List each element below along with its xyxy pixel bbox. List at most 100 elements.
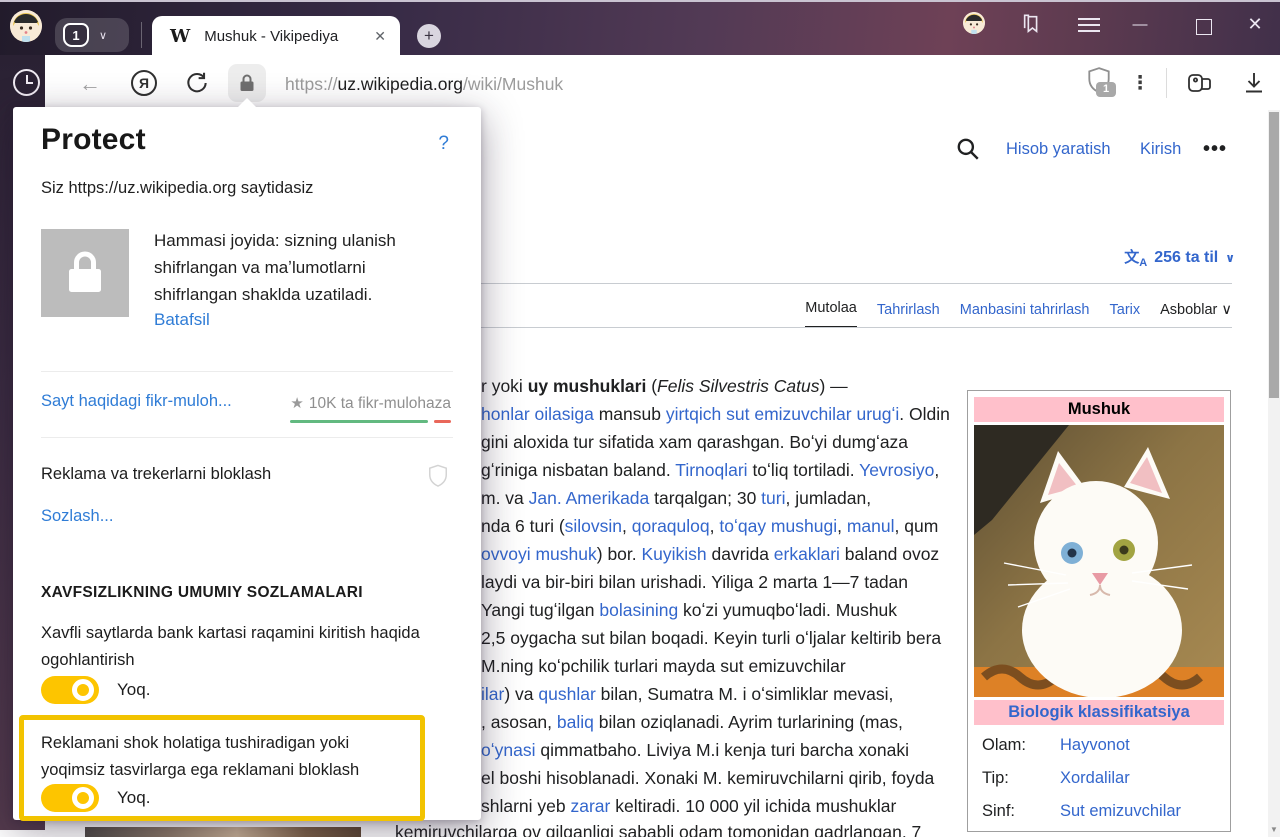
wiki-link[interactable]: ilar [481, 684, 504, 704]
site-feedback-link[interactable]: Sayt haqidagi fikr-muloh... [41, 392, 232, 411]
wiki-link[interactable]: silovsin [565, 516, 622, 536]
article-text-segment: baland ovoz [840, 544, 939, 564]
wiki-link[interactable]: toʻqay mushugi [719, 516, 837, 536]
feedback-rating: ★10K ta fikr-mulohaza [290, 394, 451, 413]
wiki-tab-mutolaa[interactable]: Mutolaa [805, 300, 857, 328]
wiki-tab-tahrirlash[interactable]: Tahrirlash [877, 302, 940, 328]
profile-avatar[interactable] [10, 10, 42, 42]
language-selector[interactable]: 文A 256 ta til ∨ [1124, 246, 1235, 269]
connection-status-text: Hammasi joyida: sizning ulanish shifrlan… [154, 227, 450, 308]
back-button[interactable]: ← [78, 72, 102, 96]
reload-icon[interactable] [184, 70, 210, 96]
shock-ads-toggle[interactable] [41, 784, 99, 812]
wiki-link[interactable]: erkaklari [774, 544, 840, 564]
toolbar-kebab-icon[interactable]: ⋮ [1130, 70, 1150, 96]
wiki-link[interactable]: Jan. Amerikada [529, 488, 650, 508]
adblock-label: Reklama va trekerlarni bloklash [41, 465, 271, 484]
article-line: ilar) va qushlar bilan, Sumatra M. i oʻs… [481, 680, 961, 708]
scrollbar-down-arrow-icon[interactable]: ▼ [1270, 825, 1278, 834]
collections-icon[interactable] [1186, 69, 1214, 97]
wiki-tab-asboblar[interactable]: Asboblar ∨ [1160, 302, 1232, 328]
downloads-icon[interactable] [1242, 70, 1266, 96]
bank-warning-toggle[interactable] [41, 676, 99, 704]
wiki-tab-tarix[interactable]: Tarix [1110, 302, 1141, 328]
article-line: ovvoyi mushuk) bor. Kuyikish davrida erk… [481, 540, 961, 568]
close-window-button[interactable]: ✕ [1243, 14, 1267, 35]
kitten-image[interactable] [974, 425, 1224, 697]
classification-header[interactable]: Biologik klassifikatsiya [974, 700, 1224, 725]
page-scrollbar[interactable]: ▼ [1268, 110, 1280, 837]
maximize-button[interactable] [1196, 19, 1212, 35]
site-lock-button[interactable] [228, 64, 266, 102]
toolbar-divider [1166, 68, 1167, 98]
toggle-knob [72, 787, 94, 809]
minimize-button[interactable]: — [1128, 16, 1152, 33]
taxobox-row-link[interactable]: Sut emizuvchilar [1060, 802, 1181, 821]
profile-avatar-right[interactable] [963, 12, 985, 34]
page-tabs: Mutolaa Tahrirlash Manbasini tahrirlash Tar… [805, 300, 1232, 328]
bank-warning-state: Yoq. [117, 680, 150, 700]
login-link[interactable]: Kirish [1140, 140, 1181, 159]
lock-icon [239, 74, 255, 92]
article-text-segment: , [934, 460, 939, 480]
wiki-link[interactable]: Yevrosiyo [859, 460, 934, 480]
tab-group-chevron-icon[interactable]: ∨ [99, 29, 107, 42]
star-icon: ★ [290, 395, 303, 412]
create-account-link[interactable]: Hisob yaratish [1006, 140, 1111, 159]
panel-divider-2 [41, 437, 453, 438]
wiki-link[interactable]: qoraquloq [632, 516, 710, 536]
article-thumbnail-image[interactable] [85, 827, 361, 837]
article-text-segment: davrida [707, 544, 774, 564]
language-icon: 文A [1124, 246, 1147, 269]
tab-group-pill[interactable]: 1 ∨ [55, 18, 129, 52]
taxobox-row-link[interactable]: Xordalilar [1060, 769, 1130, 788]
details-link[interactable]: Batafsil [154, 310, 210, 330]
yandex-search-icon[interactable]: Я [131, 70, 157, 96]
address-bar[interactable]: https://uz.wikipedia.org/wiki/Mushuk [285, 70, 563, 98]
wiki-link[interactable]: turi [761, 488, 785, 508]
adblock-settings-link[interactable]: Sozlash... [41, 507, 113, 526]
history-clock-icon[interactable] [13, 69, 40, 96]
tab-close-icon[interactable]: ✕ [374, 28, 386, 45]
article-text-segment: 2,5 oygacha sut bilan boqadi. Keyin turl… [481, 628, 941, 648]
article-text-segment: gini aloxida tur sifatida xam qarashgan.… [481, 432, 908, 452]
scrollbar-thumb[interactable] [1269, 112, 1279, 398]
protect-help-link[interactable]: ? [438, 133, 449, 155]
url-scheme: https:// [285, 74, 338, 95]
article-text-segment: nda 6 turi ( [481, 516, 565, 536]
protect-panel-caret [237, 98, 257, 108]
article-text-segment: Felis Silvestris Catus [657, 376, 819, 396]
protect-title: Protect [41, 123, 146, 157]
clipped-text-line: kemiruvchilarga ov qilganligi sababli od… [395, 822, 921, 837]
wiki-link[interactable]: Tirnoqlari [675, 460, 747, 480]
wiki-tab-manbasini-tahrirlash[interactable]: Manbasini tahrirlash [960, 302, 1090, 328]
wiki-more-icon[interactable]: ••• [1203, 138, 1227, 161]
wiki-link[interactable]: qushlar [538, 684, 595, 704]
shock-ads-highlight-box: Reklamani shok holatiga tushiradigan yok… [19, 715, 425, 821]
tab-mushuk[interactable]: W Mushuk - Vikipediya ✕ [152, 16, 400, 57]
rating-bar [290, 420, 451, 423]
taxobox-row-label: Tip: [982, 769, 1060, 788]
article-text-segment: bilan, Sumatra M. i oʻsimliklar mevasi, [596, 684, 894, 704]
taxobox-row-link[interactable]: Hayvonot [1060, 736, 1130, 755]
article-text-segment: , [837, 516, 847, 536]
search-icon[interactable] [955, 136, 981, 162]
wiki-link[interactable]: oʻynasi [481, 740, 535, 760]
wiki-link[interactable]: honlar oilasiga [481, 404, 594, 424]
taxobox-row: Tip:Xordalilar [974, 762, 1224, 795]
wiki-link[interactable]: bolasining [599, 600, 678, 620]
url-path: /wiki/Mushuk [463, 74, 563, 95]
wiki-link[interactable]: Kuyikish [642, 544, 707, 564]
wiki-link[interactable]: zarar [571, 796, 611, 816]
article-text-segment: ) va [504, 684, 538, 704]
wiki-link[interactable]: baliq [557, 712, 594, 732]
browser-menu-icon[interactable] [1078, 14, 1100, 36]
browser-window: 1 ∨ W Mushuk - Vikipediya ✕ + — ✕ [0, 0, 1280, 837]
language-chevron-icon: ∨ [1225, 251, 1235, 265]
wiki-link[interactable]: ovvoyi mushuk [481, 544, 597, 564]
article-text-segment: , [622, 516, 632, 536]
new-tab-button[interactable]: + [417, 24, 441, 48]
bookmarks-icon[interactable] [1021, 13, 1043, 35]
wiki-link[interactable]: yirtqich sut emizuvchilar urugʻi [666, 404, 899, 424]
wiki-link[interactable]: manul [847, 516, 895, 536]
